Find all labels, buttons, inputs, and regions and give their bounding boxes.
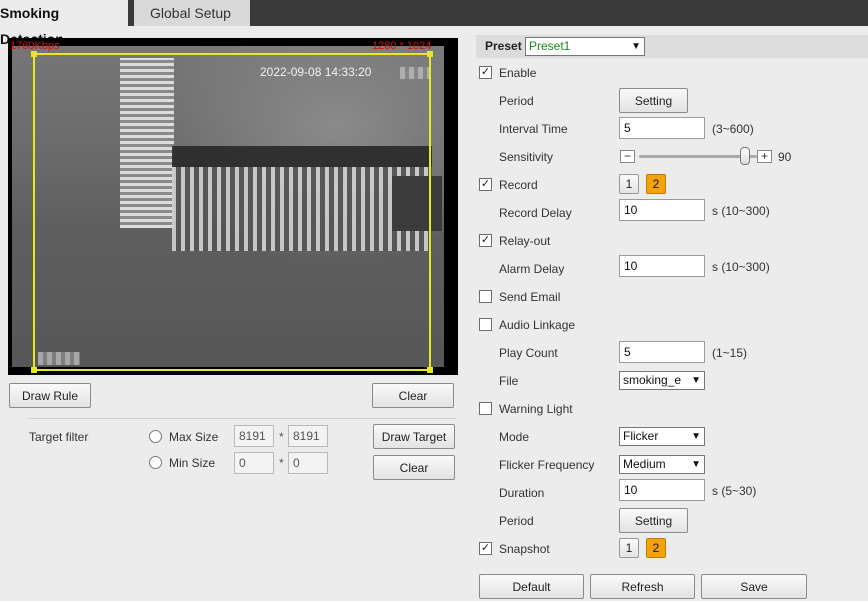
min-width-input[interactable]: 0 bbox=[234, 452, 274, 474]
rule-handle[interactable] bbox=[31, 367, 37, 373]
enable-label: Enable bbox=[499, 66, 537, 80]
flicker-frequency-label: Flicker Frequency bbox=[499, 458, 595, 472]
snapshot-channel-2[interactable]: 2 bbox=[646, 538, 666, 558]
min-size-label: Min Size bbox=[169, 456, 216, 470]
max-width-input[interactable]: 8191 bbox=[234, 425, 274, 447]
max-height-input[interactable]: 8191 bbox=[288, 425, 328, 447]
play-count-label: Play Count bbox=[499, 346, 558, 360]
record-channel-1[interactable]: 1 bbox=[619, 174, 639, 194]
min-size-radio[interactable] bbox=[149, 456, 162, 469]
alarm-delay-hint: s (10~300) bbox=[712, 260, 770, 274]
send-email-checkbox[interactable] bbox=[479, 290, 492, 303]
warning-light-label: Warning Light bbox=[499, 402, 573, 416]
file-label: File bbox=[499, 374, 519, 388]
flicker-frequency-value: Medium bbox=[623, 457, 666, 471]
interval-time-label: Interval Time bbox=[499, 122, 568, 136]
clear-rule-button[interactable]: Clear bbox=[372, 383, 454, 408]
bitrate-overlay: 1760Kbps bbox=[10, 40, 60, 52]
snapshot-label: Snapshot bbox=[499, 542, 550, 556]
duration-input[interactable]: 10 bbox=[619, 479, 705, 501]
rule-handle[interactable] bbox=[427, 367, 433, 373]
divider bbox=[28, 418, 456, 419]
tab-bar: Smoking Detection Global Setup bbox=[0, 0, 868, 47]
alarm-delay-input[interactable]: 10 bbox=[619, 255, 705, 277]
alarm-delay-label: Alarm Delay bbox=[499, 262, 565, 276]
mode-select[interactable]: Flicker ▼ bbox=[619, 427, 705, 446]
record-channel-2[interactable]: 2 bbox=[646, 174, 666, 194]
period-setting-button[interactable]: Setting bbox=[619, 88, 688, 113]
snapshot-checkbox[interactable]: ✓ bbox=[479, 542, 492, 555]
light-period-label: Period bbox=[499, 514, 534, 528]
snapshot-channel-1[interactable]: 1 bbox=[619, 538, 639, 558]
duration-label: Duration bbox=[499, 486, 545, 500]
light-period-setting-button[interactable]: Setting bbox=[619, 508, 688, 533]
record-delay-hint: s (10~300) bbox=[712, 204, 770, 218]
record-delay-input[interactable]: 10 bbox=[619, 199, 705, 221]
min-height-input[interactable]: 0 bbox=[288, 452, 328, 474]
resolution-overlay: 1280 * 1024 bbox=[372, 40, 432, 52]
size-separator: * bbox=[279, 430, 284, 444]
audio-linkage-checkbox[interactable] bbox=[479, 318, 492, 331]
save-button[interactable]: Save bbox=[701, 574, 807, 599]
play-count-hint: (1~15) bbox=[712, 346, 748, 360]
chevron-down-icon: ▼ bbox=[691, 459, 701, 470]
clear-target-button[interactable]: Clear bbox=[373, 455, 455, 480]
mode-value: Flicker bbox=[623, 429, 659, 443]
warning-light-checkbox[interactable] bbox=[479, 402, 492, 415]
play-count-input[interactable]: 5 bbox=[619, 341, 705, 363]
default-button[interactable]: Default bbox=[479, 574, 584, 599]
max-size-label: Max Size bbox=[169, 430, 219, 444]
file-select[interactable]: smoking_e ▼ bbox=[619, 371, 705, 390]
flicker-frequency-select[interactable]: Medium ▼ bbox=[619, 455, 705, 474]
preset-select[interactable]: Preset1 ▼ bbox=[525, 37, 645, 56]
duration-hint: s (5~30) bbox=[712, 484, 757, 498]
record-delay-label: Record Delay bbox=[499, 206, 572, 220]
period-label: Period bbox=[499, 94, 534, 108]
sensitivity-slider-thumb[interactable] bbox=[740, 147, 751, 165]
record-label: Record bbox=[499, 178, 538, 192]
plus-icon[interactable]: + bbox=[757, 150, 772, 163]
tab-smoking-detection[interactable]: Smoking Detection bbox=[0, 0, 128, 47]
detection-rule-box[interactable] bbox=[31, 51, 433, 373]
mode-label: Mode bbox=[499, 430, 530, 444]
preset-value: Preset1 bbox=[529, 39, 571, 53]
max-size-radio[interactable] bbox=[149, 430, 162, 443]
relay-out-checkbox[interactable]: ✓ bbox=[479, 234, 492, 247]
file-value: smoking_e bbox=[623, 373, 682, 387]
relay-out-label: Relay-out bbox=[499, 234, 551, 248]
interval-time-hint: (3~600) bbox=[712, 122, 754, 136]
minus-icon[interactable]: − bbox=[620, 150, 635, 163]
sensitivity-label: Sensitivity bbox=[499, 150, 554, 164]
preset-label: Preset bbox=[485, 39, 522, 53]
chevron-down-icon: ▼ bbox=[689, 372, 701, 389]
interval-time-input[interactable]: 5 bbox=[619, 117, 705, 139]
size-separator: * bbox=[279, 456, 284, 470]
draw-target-button[interactable]: Draw Target bbox=[373, 424, 455, 449]
enable-checkbox[interactable]: ✓ bbox=[479, 66, 492, 79]
sensitivity-value: 90 bbox=[778, 150, 792, 164]
draw-rule-button[interactable]: Draw Rule bbox=[9, 383, 91, 408]
record-checkbox[interactable]: ✓ bbox=[479, 178, 492, 191]
refresh-button[interactable]: Refresh bbox=[590, 574, 695, 599]
tab-global-setup[interactable]: Global Setup bbox=[134, 0, 250, 26]
target-filter-label: Target filter bbox=[29, 430, 89, 444]
preset-bar: Preset Preset1 ▼ bbox=[476, 35, 868, 58]
chevron-down-icon: ▼ bbox=[691, 431, 701, 442]
send-email-label: Send Email bbox=[499, 290, 561, 304]
audio-linkage-label: Audio Linkage bbox=[499, 318, 576, 332]
video-preview[interactable]: 1760Kbps 1280 * 1024 2022-09-08 14:33:20 bbox=[8, 38, 458, 375]
chevron-down-icon: ▼ bbox=[631, 41, 641, 52]
timestamp-overlay: 2022-09-08 14:33:20 bbox=[260, 65, 372, 79]
